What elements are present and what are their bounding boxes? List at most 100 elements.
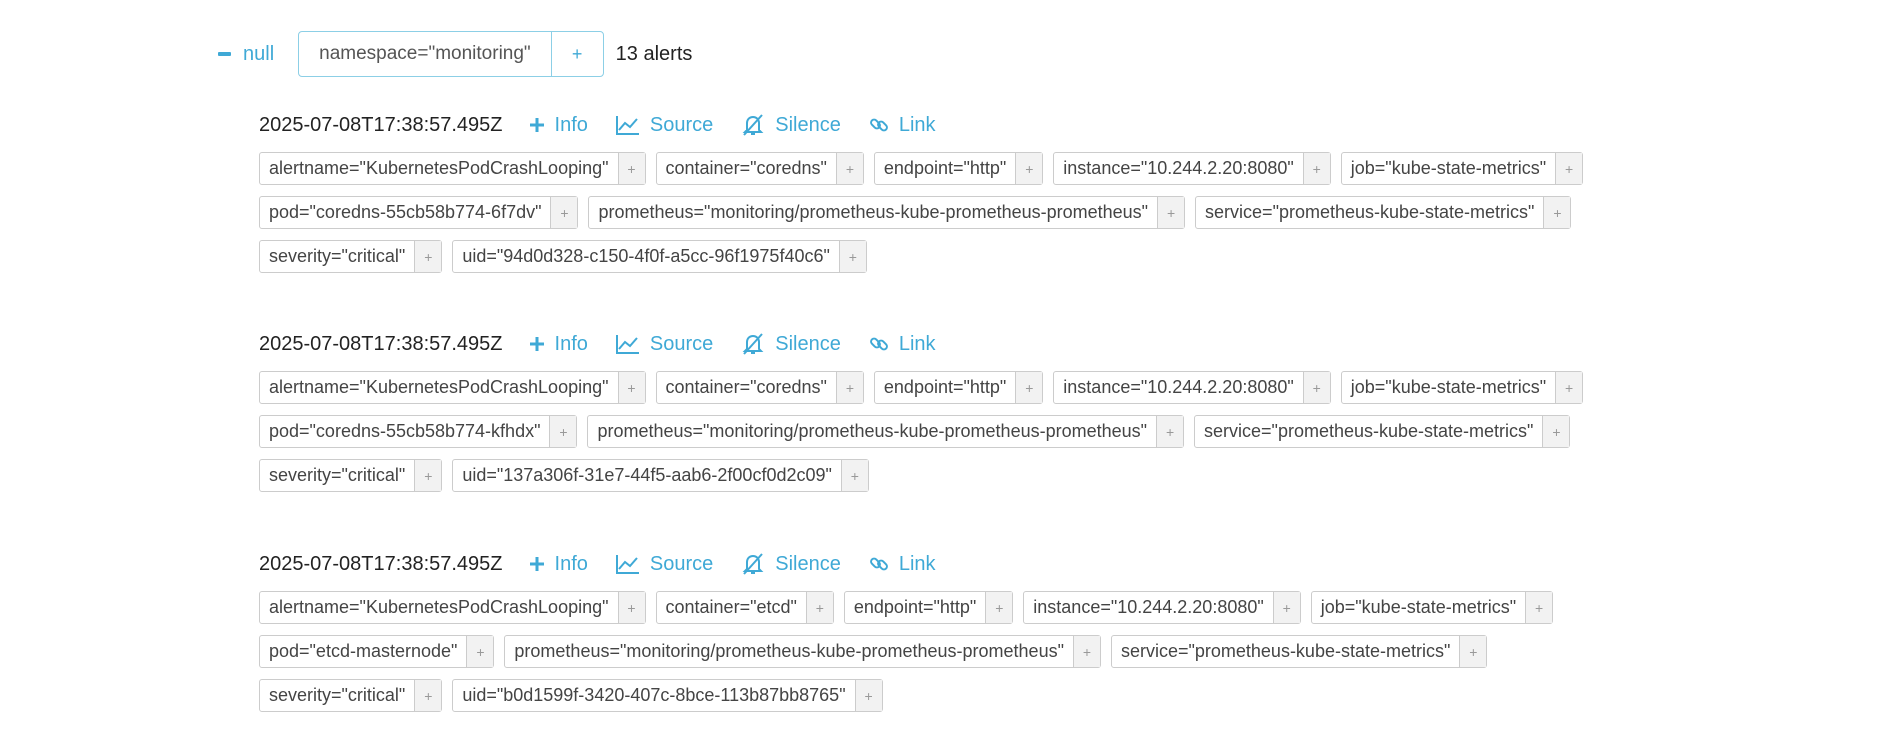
label-chip-add-button[interactable]: + [1157,197,1185,228]
label-chip-add-button[interactable]: + [1542,416,1570,447]
label-chip[interactable]: alertname="KubernetesPodCrashLooping" + [259,371,646,404]
label-chip-add-button[interactable]: + [550,197,578,228]
label-chip[interactable]: endpoint="http" + [873,152,1044,185]
label-chip-text: uid="94d0d328-c150-4f0f-a5cc-96f1975f40c… [462,246,830,266]
label-chip[interactable]: alertname="KubernetesPodCrashLooping" + [259,591,646,624]
group-filter-label: namespace="monitoring" [319,43,531,64]
source-button[interactable]: Source [615,553,713,576]
source-button[interactable]: Source [615,114,713,137]
info-button[interactable]: Info [529,553,588,576]
label-chip[interactable]: prometheus="monitoring/prometheus-kube-p… [588,196,1186,229]
silence-button[interactable]: Silence [741,333,841,356]
link-button[interactable]: Link [869,553,936,576]
link-button-label: Link [898,332,936,355]
label-chip-add-button[interactable]: + [1015,153,1043,184]
label-chip-add-button[interactable]: + [466,636,494,667]
label-chip[interactable]: endpoint="http" + [873,371,1044,404]
label-chip-add-button[interactable]: + [985,592,1013,623]
label-chip-add-button[interactable]: + [1015,372,1043,403]
label-chip-add-button[interactable]: + [854,680,882,711]
chart-line-icon [615,555,639,574]
label-chip[interactable]: severity="critical" + [259,459,443,492]
link-icon [869,337,888,351]
label-chip-text: job="kube-state-metrics" [1320,597,1517,617]
source-button[interactable]: Source [615,332,714,356]
label-chip[interactable]: severity="critical" + [259,679,443,712]
label-chip-text: container="coredns" [665,377,827,397]
label-chip[interactable]: service="prometheus-kube-state-metrics" + [1194,415,1571,448]
label-chip-add-button[interactable]: + [414,241,442,272]
label-chip[interactable]: uid="b0d1599f-3420-407c-8bce-113b87bb876… [452,679,883,712]
label-chip-add-button[interactable]: + [835,153,863,184]
label-chip-add-button[interactable]: + [840,460,868,491]
info-button[interactable]: Info [529,333,588,356]
label-chip-add-button[interactable]: + [1302,372,1330,403]
label-chip-text: instance="10.244.2.20:8080" [1063,158,1294,178]
link-icon [869,118,888,132]
label-chip[interactable]: instance="10.244.2.20:8080" + [1053,371,1331,404]
label-chip-add-button[interactable]: + [835,372,863,403]
label-chip[interactable]: instance="10.244.2.20:8080" + [1023,591,1301,624]
label-chip-add-button[interactable]: + [1555,153,1583,184]
link-button[interactable]: Link [869,333,936,356]
label-chip-add-button[interactable]: + [1543,197,1571,228]
label-row: alertname="KubernetesPodCrashLooping" + co… [259,152,1619,185]
label-chip-add-button[interactable]: + [1072,636,1100,667]
plus-icon [529,337,544,351]
label-chip[interactable]: instance="10.244.2.20:8080" + [1053,152,1331,185]
alert-group-page: null namespace="monitoring" + 13 alerts … [0,0,1887,735]
silence-button[interactable]: Silence [741,553,841,576]
info-button[interactable]: Info [529,114,588,137]
group-filter-add-button[interactable]: + [550,32,603,76]
label-chip-add-button[interactable]: + [617,592,645,623]
label-chip-add-button[interactable]: + [414,460,442,491]
label-chip-add-button[interactable]: + [549,416,577,447]
label-chip[interactable]: prometheus="monitoring/prometheus-kube-p… [587,415,1185,448]
label-chip[interactable]: container="etcd" + [655,591,834,624]
label-chip-add-button[interactable]: + [1459,636,1487,667]
alert-timestamp: 2025-07-08T17:38:57.495Z [259,332,503,355]
label-chip-add-button[interactable]: + [1272,592,1300,623]
label-chip-add-button[interactable]: + [1555,372,1583,403]
plus-icon [529,557,544,571]
label-chip[interactable]: service="prometheus-kube-state-metrics" + [1195,196,1572,229]
label-chip-text: container="coredns" [665,158,827,178]
label-chip-text: prometheus="monitoring/prometheus-kube-p… [514,641,1064,661]
label-chip-add-button[interactable]: + [1156,416,1184,447]
bell-slash-icon [742,553,764,575]
label-chip[interactable]: container="coredns" + [655,371,864,404]
alert-header: 2025-07-08T17:38:57.495Z Info Source Sil… [259,108,1619,142]
label-chip[interactable]: service="prometheus-kube-state-metrics" + [1110,635,1488,668]
label-chip-add-button[interactable]: + [414,680,442,711]
collapse-toggle[interactable]: null [218,43,274,66]
label-chip-text: prometheus="monitoring/prometheus-kube-p… [598,202,1149,222]
label-chip-text: pod="coredns-55cb58b774-kfhdx" [269,421,541,441]
label-chip-add-button[interactable]: + [1302,153,1330,184]
label-chip[interactable]: alertname="KubernetesPodCrashLooping" + [259,152,646,185]
link-button[interactable]: Link [869,114,936,137]
label-chip[interactable]: pod="etcd-masternode" + [259,635,495,668]
label-chip[interactable]: uid="94d0d328-c150-4f0f-a5cc-96f1975f40c… [452,240,867,273]
label-chip[interactable]: job="kube-state-metrics" + [1310,591,1554,624]
link-icon [869,557,888,571]
source-button-label: Source [649,332,714,355]
label-chip[interactable]: job="kube-state-metrics" + [1340,152,1584,185]
label-chip[interactable]: job="kube-state-metrics" + [1340,371,1584,404]
label-chip-add-button[interactable]: + [617,153,645,184]
alert-labels: alertname="KubernetesPodCrashLooping" + co… [259,152,1619,273]
label-chip[interactable]: severity="critical" + [259,240,443,273]
alert-item: 2025-07-08T17:38:57.495Z Info Source Sil… [259,108,1619,284]
group-filter-chip: namespace="monitoring" + [298,31,604,77]
label-chip-add-button[interactable]: + [805,592,833,623]
silence-button[interactable]: Silence [741,114,841,137]
label-chip[interactable]: endpoint="http" + [843,591,1014,624]
label-chip-add-button[interactable]: + [617,372,645,403]
label-chip[interactable]: container="coredns" + [655,152,864,185]
label-chip[interactable]: pod="coredns-55cb58b774-6f7dv" + [259,196,579,229]
label-chip[interactable]: prometheus="monitoring/prometheus-kube-p… [504,635,1101,668]
label-chip-add-button[interactable]: + [1525,592,1553,623]
label-chip[interactable]: uid="137a306f-31e7-44f5-aab6-2f00cf0d2c0… [452,459,869,492]
label-chip[interactable]: pod="coredns-55cb58b774-kfhdx" + [259,415,578,448]
alert-timestamp: 2025-07-08T17:38:57.495Z [259,552,503,575]
label-chip-add-button[interactable]: + [838,241,866,272]
